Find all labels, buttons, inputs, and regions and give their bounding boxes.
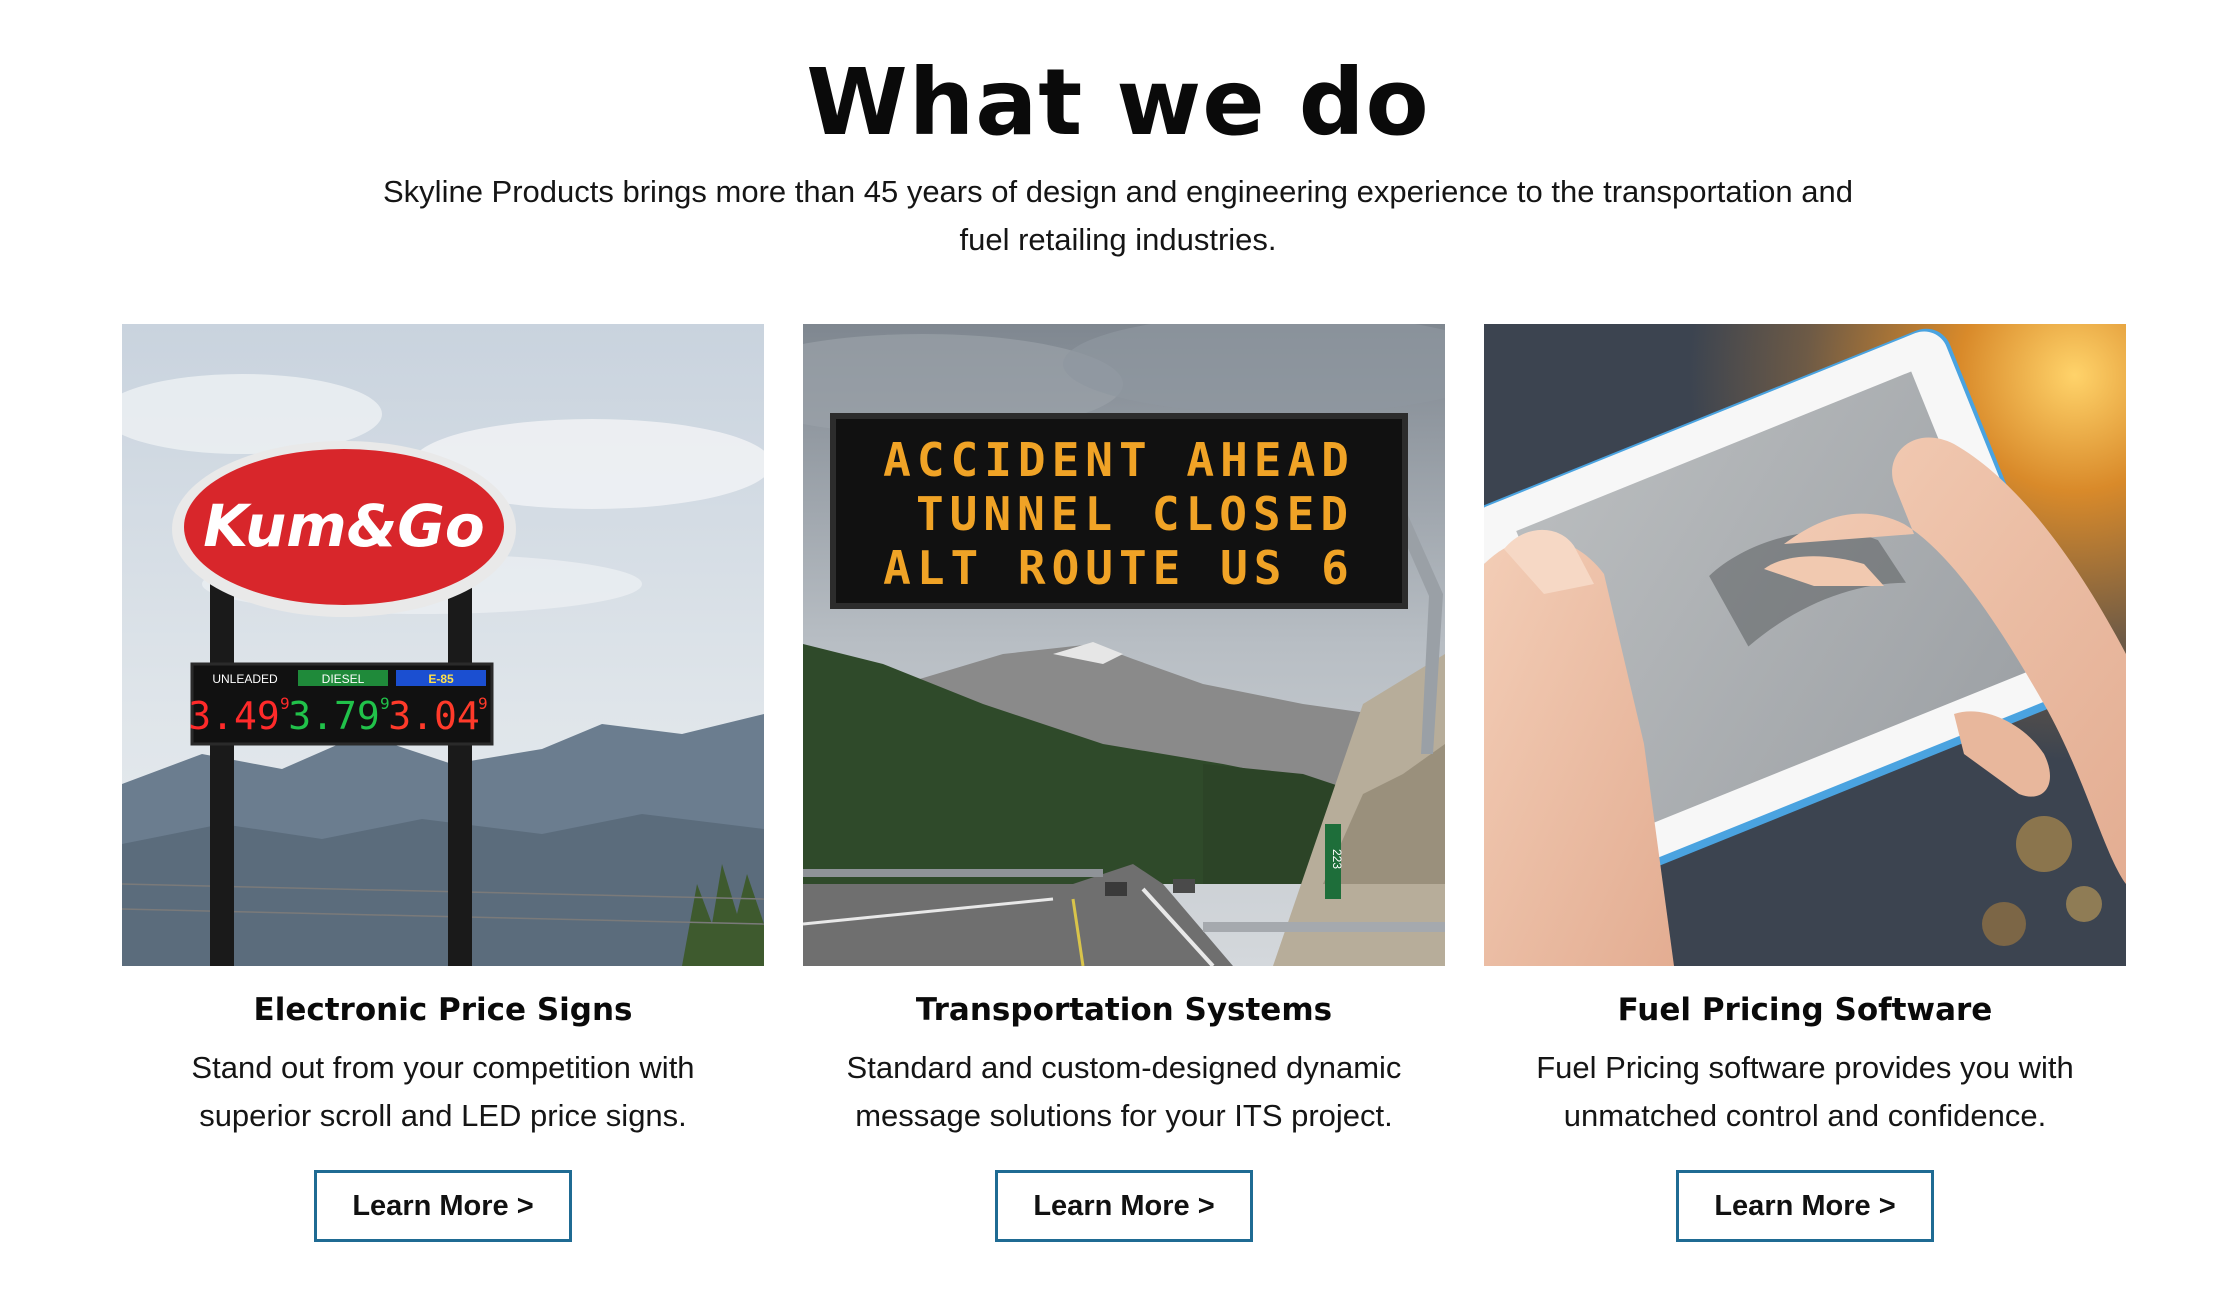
price-sign-photo[interactable]: Kum&Go UNLEADED DIESEL E-85 3.49 9 3.79 … xyxy=(122,324,764,966)
card-title: Transportation Systems xyxy=(915,992,1333,1028)
grade-label-unleaded: UNLEADED xyxy=(212,672,278,686)
card-title: Electronic Price Signs xyxy=(253,992,633,1028)
card-fuel-pricing-software: Fuel Pricing Software Fuel Pricing softw… xyxy=(1484,324,2126,1242)
car xyxy=(1105,882,1127,896)
grade-label-e85: E-85 xyxy=(428,672,454,686)
mile-marker-text: 223 xyxy=(1330,849,1344,869)
tablet-photo[interactable] xyxy=(1484,324,2126,966)
sign-line-3: ALT ROUTE US 6 xyxy=(883,541,1355,595)
learn-more-button-fuel-software[interactable]: Learn More > xyxy=(1676,1170,1934,1242)
sign-post-right xyxy=(448,574,472,966)
guardrail xyxy=(1203,922,1445,932)
highway-sign-illustration: 223 ACCIDENT AHEAD TUNNEL CLOSED ALT ROU… xyxy=(803,324,1445,966)
tablet-illustration xyxy=(1484,324,2126,966)
learn-more-button-transportation[interactable]: Learn More > xyxy=(995,1170,1253,1242)
price-sign-illustration: Kum&Go UNLEADED DIESEL E-85 3.49 9 3.79 … xyxy=(122,324,764,966)
section-intro: Skyline Products brings more than 45 yea… xyxy=(383,174,1853,257)
price-unleaded: 3.49 xyxy=(188,694,280,738)
sign-line-2: TUNNEL CLOSED xyxy=(916,487,1354,541)
price-suffix-e85: 9 xyxy=(478,694,488,713)
card-transportation-systems: 223 ACCIDENT AHEAD TUNNEL CLOSED ALT ROU… xyxy=(803,324,1445,1242)
section-title: What we do xyxy=(806,49,1430,156)
card-description: Stand out from your competition with sup… xyxy=(191,1050,695,1133)
price-e85: 3.04 xyxy=(388,694,480,738)
card-description: Standard and custom-designed dynamic mes… xyxy=(846,1050,1402,1133)
price-diesel: 3.79 xyxy=(288,694,380,738)
car xyxy=(1173,879,1195,893)
card-title: Fuel Pricing Software xyxy=(1617,992,1993,1028)
learn-more-button-price-signs[interactable]: Learn More > xyxy=(314,1170,572,1242)
sign-line-1: ACCIDENT AHEAD xyxy=(883,433,1355,487)
highway-sign-photo[interactable]: 223 ACCIDENT AHEAD TUNNEL CLOSED ALT ROU… xyxy=(803,324,1445,966)
sign-post-left xyxy=(210,574,234,966)
card-description: Fuel Pricing software provides you with … xyxy=(1536,1050,2074,1133)
grade-label-diesel: DIESEL xyxy=(322,672,365,686)
logo-text: Kum&Go xyxy=(203,492,485,560)
card-electronic-price-signs: Kum&Go UNLEADED DIESEL E-85 3.49 9 3.79 … xyxy=(122,324,764,1242)
